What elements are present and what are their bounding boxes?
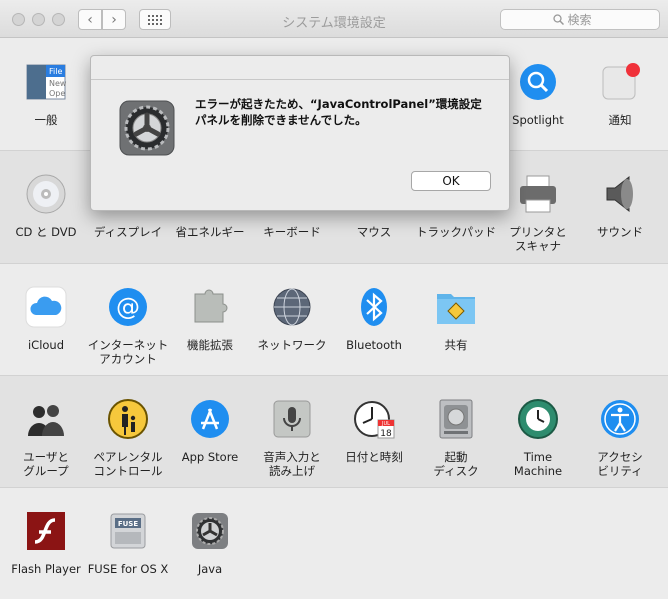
pane-extensions[interactable]: 機能拡張 [169,286,251,352]
window-toolbar: ‹ › システム環境設定 [0,0,668,38]
system-preferences-gear-icon [119,100,175,156]
microphone-icon [271,398,313,440]
dialog-message: エラーが起きたため、“JavaControlPanel”環境設定パネルを削除でき… [195,97,482,127]
pane-users[interactable]: ユーザと グループ [5,398,87,478]
pane-label: マウス [356,225,392,239]
spotlight-icon [517,61,559,103]
pane-label: 起動 ディスク [433,450,479,478]
users-icon [25,398,67,440]
other-section: Flash Player FUSE FUSE for OS X Java [0,488,668,599]
internet-section: iCloud @ インターネット アカウント 機能拡張 ネットワーク Bluet… [0,264,668,376]
svg-text:JUL: JUL [381,421,390,427]
fuse-icon: FUSE [107,510,149,552]
pane-parental[interactable]: ペアレンタル コントロール [87,398,169,478]
error-dialog: エラーが起きたため、“JavaControlPanel”環境設定パネルを削除でき… [90,55,510,211]
pane-startup-disk[interactable]: 起動 ディスク [415,398,497,478]
puzzle-icon [189,286,231,328]
notifications-icon [599,61,641,103]
pane-fuse[interactable]: FUSE FUSE for OS X [87,510,169,576]
svg-text:File: File [49,67,62,76]
pane-label: iCloud [27,338,65,352]
pane-label: インターネット アカウント [87,338,169,366]
pane-label: Bluetooth [346,338,402,352]
pane-label: サウンド [597,225,643,239]
pane-cd-dvd[interactable]: CD と DVD [5,173,87,239]
pane-icloud[interactable]: iCloud [5,286,87,352]
pane-label: ユーザと グループ [23,450,69,478]
pane-label: トラックパッド [416,225,496,239]
pane-dictation[interactable]: 音声入力と 読み上げ [251,398,333,478]
pane-label: Java [197,562,223,576]
clock-icon: JUL 18 [353,398,395,440]
pane-sharing[interactable]: 共有 [415,286,497,352]
pane-label: 共有 [444,338,468,352]
search-input[interactable] [567,12,608,27]
pane-label: CD と DVD [15,225,77,239]
pane-label: 日付と時刻 [345,450,403,464]
dialog-title-bar [91,56,509,80]
at-icon: @ [107,286,149,328]
parental-icon [107,398,149,440]
pane-label: プリンタと スキャナ [509,225,567,253]
pane-label: App Store [181,450,239,464]
pane-network[interactable]: ネットワーク [251,286,333,352]
accessibility-icon [599,398,641,440]
pane-internet-accounts[interactable]: @ インターネット アカウント [87,286,169,366]
pane-time-machine[interactable]: Time Machine [497,398,579,478]
pane-sound[interactable]: サウンド [579,173,661,239]
printer-icon [517,173,559,215]
pane-notifications[interactable]: 通知 [579,61,661,127]
pane-general[interactable]: File New Ope 一般 [5,61,87,127]
search-icon [552,14,564,25]
app-store-icon [189,398,231,440]
pane-java[interactable]: Java [169,510,251,576]
globe-icon [271,286,313,328]
svg-text:FUSE: FUSE [118,520,139,528]
pane-flash[interactable]: Flash Player [5,510,87,576]
speaker-icon [599,173,641,215]
disk-icon [435,398,477,440]
cd-icon [25,173,67,215]
pane-label: 一般 [34,113,58,127]
pane-label: キーボード [263,225,321,239]
pane-accessibility[interactable]: アクセシ ビリティ [579,398,661,478]
search-field[interactable] [500,9,660,30]
pane-label: Time Machine [513,450,563,478]
pane-label: ディスプレイ [93,225,163,239]
svg-text:New: New [49,79,67,88]
svg-text:18: 18 [380,429,392,439]
pane-bluetooth[interactable]: Bluetooth [333,286,415,352]
ok-button[interactable]: OK [411,171,491,191]
cloud-icon [25,286,67,328]
pane-label: アクセシ ビリティ [597,450,643,478]
svg-text:Ope: Ope [49,89,65,98]
svg-text:@: @ [116,293,140,321]
pane-label: 機能拡張 [187,338,233,352]
java-gear-icon [189,510,231,552]
pane-date-time[interactable]: JUL 18 日付と時刻 [333,398,415,464]
pane-label: ペアレンタル コントロール [93,450,163,478]
pane-label: ネットワーク [257,338,327,352]
time-machine-icon [517,398,559,440]
sharing-folder-icon [435,286,477,328]
flash-icon [25,510,67,552]
bluetooth-icon [353,286,395,328]
general-icon: File New Ope [25,61,67,103]
pane-label: FUSE for OS X [87,562,169,576]
pane-label: 通知 [608,113,632,127]
pane-label: 省エネルギー [175,225,245,239]
pane-app-store[interactable]: App Store [169,398,251,464]
pane-label: 音声入力と 読み上げ [263,450,321,478]
pane-label: Flash Player [11,562,81,576]
system-section: ユーザと グループ ペアレンタル コントロール App Store 音声入力と … [0,376,668,488]
